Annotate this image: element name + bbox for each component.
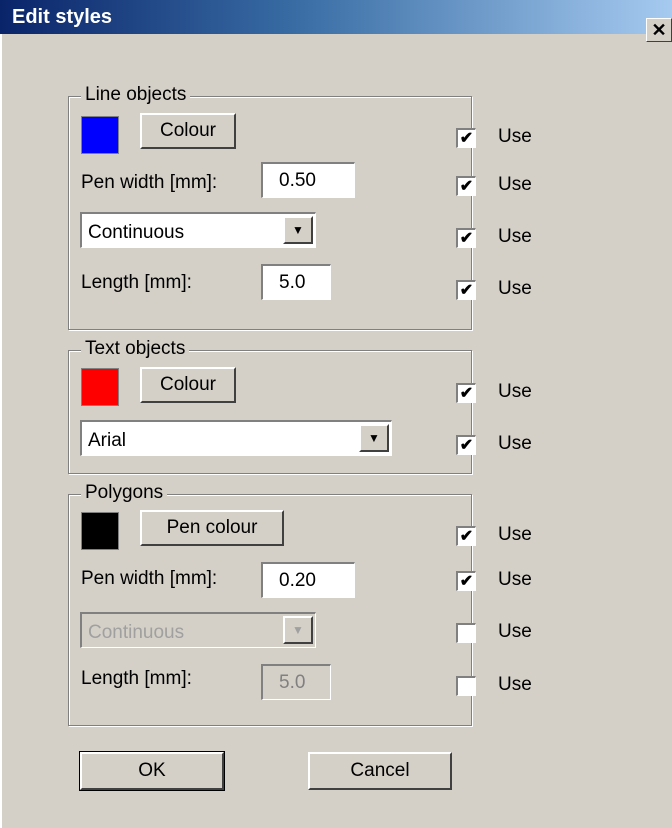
window-frame xyxy=(0,34,2,828)
line-pen-width-input[interactable]: 0.50 xyxy=(261,162,355,198)
line-length-use-checkbox[interactable]: ✔ xyxy=(456,280,476,300)
check-icon: ✔ xyxy=(459,177,474,195)
group-title: Line objects xyxy=(81,84,191,106)
line-length-input[interactable]: 5.0 xyxy=(261,264,331,300)
chevron-down-icon[interactable]: ▼ xyxy=(283,216,313,244)
close-button[interactable]: ✕ xyxy=(646,18,672,42)
polygon-line-type-value: Continuous xyxy=(88,622,185,643)
line-colour-button[interactable]: Colour xyxy=(140,113,236,149)
text-colour-use-checkbox[interactable]: ✔ xyxy=(456,383,476,403)
line-type-value: Continuous xyxy=(88,222,185,243)
use-label: Use xyxy=(498,621,532,642)
polygon-length-label: Length [mm]: xyxy=(81,668,192,689)
polygon-pen-width-input[interactable]: 0.20 xyxy=(261,562,355,598)
polygon-line-type-use-checkbox[interactable] xyxy=(456,623,476,643)
polygon-pen-colour-button[interactable]: Pen colour xyxy=(140,510,284,546)
check-icon: ✔ xyxy=(459,436,474,454)
use-label: Use xyxy=(498,174,532,195)
line-length-label: Length [mm]: xyxy=(81,272,192,293)
font-value: Arial xyxy=(88,430,127,451)
polygon-pen-width-label: Pen width [mm]: xyxy=(81,568,218,589)
check-icon: ✔ xyxy=(459,129,474,147)
polygon-pen-width-use-checkbox[interactable]: ✔ xyxy=(456,571,476,591)
use-label: Use xyxy=(498,381,532,402)
window-title: Edit styles xyxy=(12,6,113,28)
polygon-line-type-select: Continuous ▼ xyxy=(80,612,316,648)
use-label: Use xyxy=(498,524,532,545)
use-label: Use xyxy=(498,126,532,147)
close-icon: ✕ xyxy=(651,20,667,40)
chevron-down-icon[interactable]: ▼ xyxy=(359,424,389,452)
line-colour-swatch xyxy=(81,116,119,154)
check-icon: ✔ xyxy=(459,384,474,402)
title-bar: Edit styles xyxy=(0,0,672,34)
line-type-use-checkbox[interactable]: ✔ xyxy=(456,228,476,248)
line-pen-width-label: Pen width [mm]: xyxy=(81,172,218,193)
chevron-down-icon: ▼ xyxy=(283,616,313,644)
polygon-pen-colour-use-checkbox[interactable]: ✔ xyxy=(456,526,476,546)
check-icon: ✔ xyxy=(459,281,474,299)
group-title: Polygons xyxy=(81,482,168,504)
line-colour-use-checkbox[interactable]: ✔ xyxy=(456,128,476,148)
font-select[interactable]: Arial ▼ xyxy=(80,420,392,456)
font-use-checkbox[interactable]: ✔ xyxy=(456,435,476,455)
check-icon: ✔ xyxy=(459,527,474,545)
polygon-length-input: 5.0 xyxy=(261,664,331,700)
use-label: Use xyxy=(498,226,532,247)
ok-button[interactable]: OK xyxy=(79,751,225,791)
line-type-select[interactable]: Continuous ▼ xyxy=(80,212,316,248)
cancel-button[interactable]: Cancel xyxy=(308,752,452,790)
polygon-length-use-checkbox[interactable] xyxy=(456,676,476,696)
use-label: Use xyxy=(498,433,532,454)
check-icon: ✔ xyxy=(459,229,474,247)
check-icon: ✔ xyxy=(459,572,474,590)
group-title: Text objects xyxy=(81,338,190,360)
use-label: Use xyxy=(498,569,532,590)
use-label: Use xyxy=(498,674,532,695)
use-label: Use xyxy=(498,278,532,299)
text-colour-button[interactable]: Colour xyxy=(140,367,236,403)
text-colour-swatch xyxy=(81,368,119,406)
line-pen-width-use-checkbox[interactable]: ✔ xyxy=(456,176,476,196)
polygon-pen-colour-swatch xyxy=(81,512,119,550)
